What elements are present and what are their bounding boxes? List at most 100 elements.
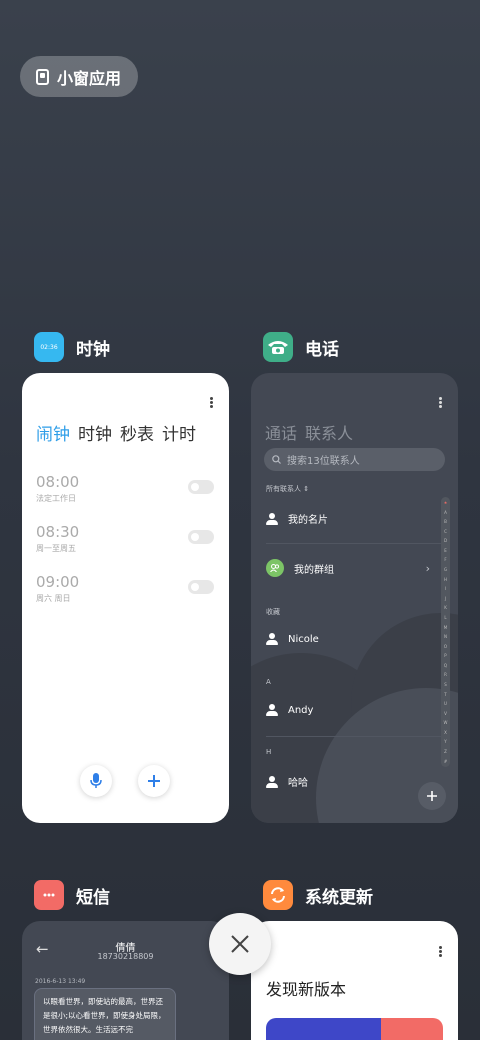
index-letter[interactable]: S <box>444 682 447 687</box>
index-letter[interactable]: W <box>444 720 448 725</box>
clock-app-card[interactable]: 闹钟 时钟 秒表 计时 08:00 法定工作日 08:30 周一至周五 09:0… <box>22 373 229 823</box>
alarm-days: 周一至周五 <box>36 544 76 553</box>
tab-stopwatch[interactable]: 秒表 <box>120 420 154 445</box>
alarm-days: 周六 周日 <box>36 594 71 603</box>
alarm-toggle[interactable] <box>188 580 214 594</box>
index-letter[interactable]: G <box>444 567 447 572</box>
index-letter[interactable]: I <box>445 586 446 591</box>
index-letter[interactable]: D <box>444 538 447 543</box>
index-letter[interactable]: V <box>444 711 447 716</box>
add-contact-button[interactable] <box>418 782 446 810</box>
update-app-card[interactable]: 发现新版本 <box>251 921 458 1040</box>
voice-button[interactable] <box>80 765 112 797</box>
alarm-item[interactable]: 08:00 法定工作日 <box>36 473 79 504</box>
search-icon <box>272 455 281 464</box>
index-letter[interactable]: N <box>444 634 447 639</box>
more-options-icon[interactable] <box>210 397 213 408</box>
index-letter[interactable]: ★ <box>444 500 448 505</box>
index-letter[interactable]: H <box>444 577 447 582</box>
phone-tabs: 通话 联系人 <box>265 420 353 444</box>
index-letter[interactable]: M <box>444 625 447 630</box>
index-letter[interactable]: Z <box>444 749 447 754</box>
update-banner-image <box>266 1018 443 1040</box>
contact-item[interactable]: Nicole <box>266 633 319 645</box>
index-letter[interactable]: P <box>444 653 446 658</box>
index-letter[interactable]: Y <box>444 739 446 744</box>
tab-contacts[interactable]: 联系人 <box>305 420 353 444</box>
group-icon <box>266 559 284 577</box>
plus-icon <box>427 791 437 801</box>
tab-calls[interactable]: 通话 <box>265 420 297 444</box>
refresh-icon <box>263 880 293 910</box>
clock-app-header: 02:36 时钟 <box>34 332 110 362</box>
all-contacts-label: 所有联系人 <box>266 485 301 493</box>
my-group-item[interactable]: 我的群组 <box>266 559 334 577</box>
index-letter[interactable]: A <box>444 510 447 515</box>
alarm-toggle[interactable] <box>188 530 214 544</box>
favorites-section-label: 收藏 <box>266 608 280 616</box>
person-icon <box>266 704 278 716</box>
contact-item[interactable]: Andy <box>266 704 313 716</box>
more-options-icon[interactable] <box>439 397 442 408</box>
small-window-apps-button[interactable]: 小窗应用 <box>20 56 138 97</box>
index-letter[interactable]: L <box>444 615 446 620</box>
update-app-name: 系统更新 <box>305 887 373 908</box>
contact-name: Andy <box>288 704 314 716</box>
phone-app-name: 电话 <box>305 339 339 360</box>
divider <box>266 736 443 737</box>
section-letter: A <box>266 678 271 686</box>
index-letter[interactable]: C <box>444 529 447 534</box>
index-letter[interactable]: # <box>444 759 447 764</box>
clock-tabs: 闹钟 时钟 秒表 计时 <box>36 420 196 445</box>
person-icon <box>266 512 278 525</box>
sms-app-card[interactable]: ← 倩倩 18730218809 2016-6-13 13:49 以眼看世界，即… <box>22 921 229 1040</box>
tab-alarm[interactable]: 闹钟 <box>36 420 70 445</box>
alphabet-index-bar[interactable]: ★ A B C D E F G H I J K L M N O P Q R S T U V W X Y Z # <box>441 497 450 767</box>
index-letter[interactable]: T <box>444 692 446 697</box>
alarm-time: 09:00 <box>36 573 80 591</box>
contact-search-input[interactable]: 搜索13位联系人 <box>264 448 445 471</box>
add-alarm-button[interactable] <box>138 765 170 797</box>
message-icon <box>34 880 64 910</box>
index-letter[interactable]: E <box>444 548 447 553</box>
close-all-button[interactable] <box>209 913 271 975</box>
index-letter[interactable]: F <box>444 557 446 562</box>
my-card-label: 我的名片 <box>288 515 328 526</box>
phone-app-header: 电话 <box>263 332 339 362</box>
alarm-time: 08:00 <box>36 473 80 491</box>
telephone-icon <box>268 341 288 354</box>
clock-app-name: 时钟 <box>76 339 110 360</box>
all-contacts-filter[interactable]: 所有联系人 ⇕ <box>266 484 309 494</box>
message-timestamp: 2016-6-13 13:49 <box>35 978 86 985</box>
index-letter[interactable]: B <box>444 519 447 524</box>
index-letter[interactable]: Q <box>444 663 447 668</box>
plus-icon <box>148 775 160 787</box>
contact-item[interactable]: 哈哈 <box>266 774 308 789</box>
chevron-right-icon: › <box>425 562 430 575</box>
microphone-icon <box>90 773 102 788</box>
phone-app-card[interactable]: 通话 联系人 搜索13位联系人 所有联系人 ⇕ 我的名片 我的群组 › 收藏 N… <box>251 373 458 823</box>
small-window-icon <box>36 68 49 85</box>
alarm-item[interactable]: 09:00 周六 周日 <box>36 573 79 604</box>
alarm-time: 08:30 <box>36 523 80 541</box>
sort-icon: ⇕ <box>303 485 310 493</box>
person-icon <box>266 775 278 788</box>
index-letter[interactable]: K <box>444 605 447 610</box>
alarm-item[interactable]: 08:30 周一至周五 <box>36 523 79 554</box>
tab-clock[interactable]: 时钟 <box>78 420 112 445</box>
clock-app-icon: 02:36 <box>34 332 64 362</box>
conversation-contact-number: 18730218809 <box>97 952 154 961</box>
index-letter[interactable]: X <box>444 730 447 735</box>
index-letter[interactable]: O <box>444 644 447 649</box>
more-options-icon[interactable] <box>439 946 442 957</box>
my-card-item[interactable]: 我的名片 <box>266 511 328 526</box>
clock-icon-time: 02:36 <box>40 343 58 351</box>
contact-name: Nicole <box>288 633 319 645</box>
index-letter[interactable]: R <box>444 672 447 677</box>
alarm-toggle[interactable] <box>188 480 214 494</box>
phone-app-icon <box>263 332 293 362</box>
sms-app-name: 短信 <box>76 887 110 908</box>
tab-timer[interactable]: 计时 <box>162 420 196 445</box>
index-letter[interactable]: J <box>445 596 446 601</box>
index-letter[interactable]: U <box>444 701 447 706</box>
